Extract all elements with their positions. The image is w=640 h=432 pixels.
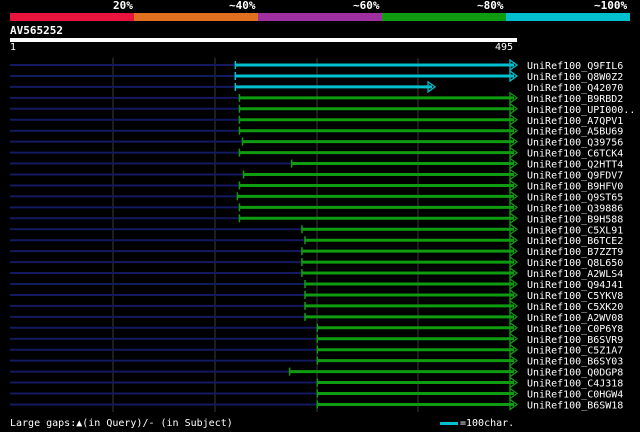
hit-label[interactable]: UniRef100_B7ZZT9 bbox=[527, 247, 623, 258]
hit-alignment-panel: UniRef100_Q9FIL6UniRef100_Q8W0Z2UniRef10… bbox=[10, 58, 635, 412]
length-scale-text: =100char. bbox=[460, 418, 515, 429]
hit-label[interactable]: UniRef100_Q2HTT4 bbox=[527, 160, 623, 171]
hit-label[interactable]: UniRef100_B6TCE2 bbox=[527, 236, 623, 247]
hit-label[interactable]: UniRef100_Q8L650 bbox=[527, 258, 623, 269]
length-scale-note: =100char. bbox=[440, 418, 514, 430]
hit-label[interactable]: UniRef100_A5BU69 bbox=[527, 127, 623, 138]
hit-label[interactable]: UniRef100_Q9ST65 bbox=[527, 192, 623, 203]
hit-label[interactable]: UniRef100_Q39756 bbox=[527, 138, 623, 149]
hit-label[interactable]: UniRef100_B9H588 bbox=[527, 214, 623, 225]
hit-label[interactable]: UniRef100_C5XL91 bbox=[527, 225, 623, 236]
hit-label[interactable]: UniRef100_B9HFV0 bbox=[527, 181, 623, 192]
hit-label[interactable]: UniRef100_Q0DGP8 bbox=[527, 368, 623, 379]
hit-label[interactable]: UniRef100_Q42070 bbox=[527, 83, 623, 94]
hit-label[interactable]: UniRef100_B6SW18 bbox=[527, 400, 623, 411]
hit-label[interactable]: UniRef100_C5XK20 bbox=[527, 302, 623, 313]
hit-label[interactable]: UniRef100_Q9FIL6 bbox=[527, 61, 623, 72]
hit-label[interactable]: UniRef100_A2WV08 bbox=[527, 313, 623, 324]
hit-label[interactable]: UniRef100_B9RBD2 bbox=[527, 94, 623, 105]
hit-label[interactable]: UniRef100_C5YKV8 bbox=[527, 291, 623, 302]
hit-label[interactable]: UniRef100_B6SY03 bbox=[527, 357, 623, 368]
hit-label[interactable]: UniRef100_Q39886 bbox=[527, 203, 623, 214]
hit-label[interactable]: UniRef100_C0P6Y8 bbox=[527, 324, 623, 335]
hit-label[interactable]: UniRef100_C6TCK4 bbox=[527, 149, 623, 160]
length-scale-swatch bbox=[440, 421, 458, 425]
hit-label[interactable]: UniRef100_A7QPV1 bbox=[527, 116, 623, 127]
gap-legend: Large gaps:▲(in Query)/- (in Subject) bbox=[10, 418, 233, 429]
hit-label[interactable]: UniRef100_C0HGW4 bbox=[527, 390, 623, 401]
hit-label[interactable]: UniRef100_Q94J41 bbox=[527, 280, 623, 291]
hit-label[interactable]: UniRef100_C5Z1A7 bbox=[527, 346, 623, 357]
hit-label[interactable]: UniRef100_A2WLS4 bbox=[527, 269, 623, 280]
hit-row[interactable]: UniRef100_UPI000.. bbox=[10, 102, 635, 116]
hit-label[interactable]: UniRef100_Q9FDV7 bbox=[527, 171, 623, 182]
hit-label[interactable]: UniRef100_Q8W0Z2 bbox=[527, 72, 623, 83]
hit-label[interactable]: UniRef100_B6SVR9 bbox=[527, 335, 623, 346]
hit-label[interactable]: UniRef100_UPI000.. bbox=[527, 105, 635, 116]
hit-label[interactable]: UniRef100_C4J318 bbox=[527, 379, 623, 390]
